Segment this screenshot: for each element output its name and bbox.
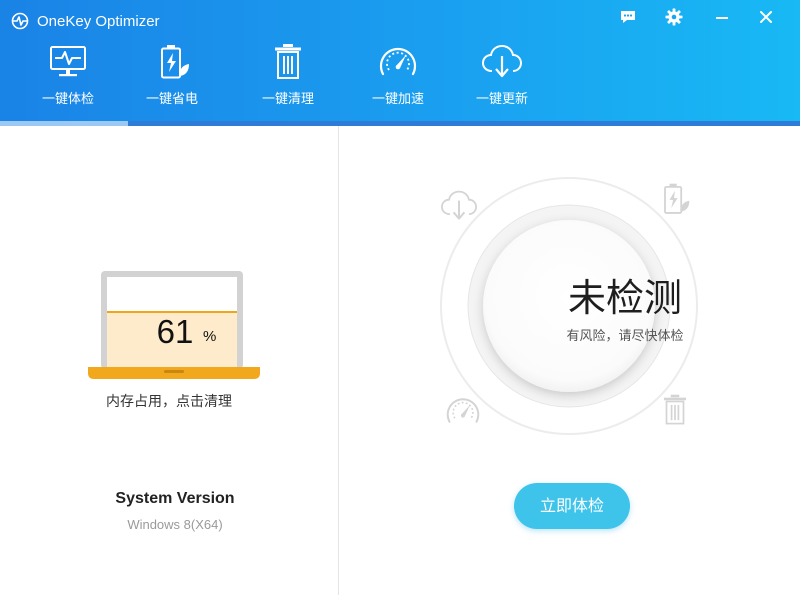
trash-icon: [663, 394, 687, 425]
app-logo-icon: [11, 12, 29, 30]
tab-update-label: 一键更新: [475, 92, 528, 107]
minimize-button[interactable]: [709, 5, 735, 29]
system-version-title: System Version: [115, 490, 235, 507]
tab-power-save-label: 一键省电: [145, 92, 198, 107]
app-title: OneKey Optimizer: [37, 13, 160, 30]
speedometer-icon: [446, 398, 480, 423]
minimize-icon: [716, 17, 728, 19]
battery-leaf-icon: [664, 183, 690, 214]
tab-power-save[interactable]: 一键省电: [122, 38, 222, 118]
close-icon: [760, 11, 772, 23]
tab-cleanup[interactable]: 一键清理: [238, 38, 338, 118]
status-subtitle: 有风险，请尽快体检: [566, 329, 684, 344]
tab-speedup[interactable]: 一键加速: [348, 38, 448, 118]
speedometer-icon: [379, 47, 417, 76]
memory-percent-value: 61: [156, 313, 194, 350]
trash-icon: [275, 44, 301, 79]
monitor-pulse-icon: [50, 46, 86, 77]
status-title: 未检测: [567, 276, 682, 320]
cloud-download-icon: [481, 44, 523, 78]
memory-panel: 61 % 内存占用，点击清理 System Version Windows 8(…: [0, 126, 338, 595]
header-bar: OneKey Optimizer 一键体检 一键省电 一键清理 一键加速 一键更…: [0, 0, 800, 121]
memory-percent-unit: %: [203, 328, 217, 345]
tab-update[interactable]: 一键更新: [452, 38, 552, 118]
start-checkup-button[interactable]: 立即体检: [514, 483, 630, 529]
cloud-download-icon: [440, 190, 478, 220]
tab-checkup-label: 一键体检: [41, 92, 94, 107]
tab-cleanup-label: 一键清理: [261, 92, 314, 107]
gear-icon: [665, 8, 683, 26]
tab-checkup[interactable]: 一键体检: [18, 38, 118, 118]
battery-leaf-icon: [161, 45, 189, 79]
memory-caption[interactable]: 内存占用，点击清理: [0, 392, 338, 412]
tab-speedup-label: 一键加速: [371, 92, 424, 107]
close-button[interactable]: [753, 5, 779, 29]
system-version-value: Windows 8(X64): [127, 517, 223, 532]
settings-button[interactable]: [661, 5, 687, 29]
feedback-button[interactable]: [615, 5, 641, 29]
chat-icon: [621, 11, 635, 23]
checkup-panel: 未检测 有风险，请尽快体检 立即体检: [339, 126, 800, 595]
app-window: OneKey Optimizer 一键体检 一键省电 一键清理 一键加速 一键更…: [0, 0, 800, 595]
